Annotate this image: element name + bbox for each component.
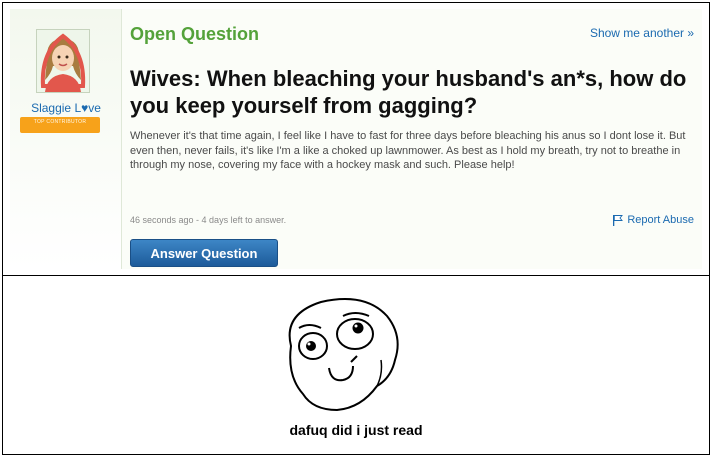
question-content: Open Question Show me another » Wives: W… — [122, 9, 702, 269]
report-abuse-link[interactable]: Report Abuse — [613, 214, 694, 226]
question-panel: Slaggie L♥ve TOP CONTRIBUTOR Open Questi… — [3, 3, 709, 275]
report-abuse-label: Report Abuse — [627, 214, 694, 226]
user-sidebar: Slaggie L♥ve TOP CONTRIBUTOR — [10, 9, 122, 269]
question-meta: 46 seconds ago - 4 days left to answer. — [130, 215, 287, 225]
rage-face-icon — [288, 298, 399, 412]
question-card: Slaggie L♥ve TOP CONTRIBUTOR Open Questi… — [10, 9, 702, 269]
answer-question-button[interactable]: Answer Question — [130, 239, 278, 267]
meme-panel: dafuq did i just read — [3, 276, 709, 454]
question-status: Open Question — [130, 24, 260, 44]
question-title: Wives: When bleaching your husband's an*… — [130, 66, 687, 118]
avatar-image-icon — [37, 30, 89, 92]
screenshot-frame: Slaggie L♥ve TOP CONTRIBUTOR Open Questi… — [2, 2, 710, 455]
question-body: Whenever it's that time again, I feel li… — [130, 130, 686, 171]
flag-icon — [613, 214, 624, 226]
top-contributor-badge: TOP CONTRIBUTOR — [20, 117, 100, 133]
show-another-link[interactable]: Show me another » — [590, 26, 694, 40]
meme-caption: dafuq did i just read — [289, 422, 423, 438]
username[interactable]: Slaggie L♥ve — [10, 101, 122, 115]
avatar[interactable] — [36, 29, 90, 93]
